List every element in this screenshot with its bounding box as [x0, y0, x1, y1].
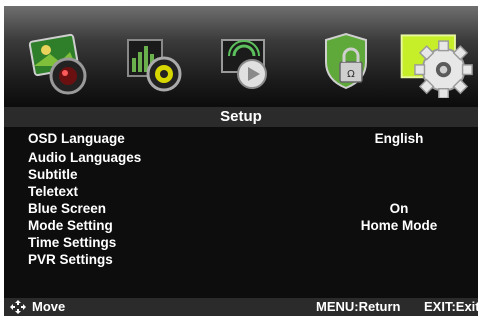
- svg-text:Ω: Ω: [347, 69, 355, 80]
- move-label: Move: [32, 299, 66, 314]
- menu-item-label: Blue Screen: [28, 201, 107, 216]
- menu-item-label: Time Settings: [28, 235, 117, 250]
- menu-item-teletext[interactable]: Teletext: [4, 183, 478, 200]
- menu-return-hint: MENU:Return: [316, 299, 401, 314]
- menu-item-label: Mode Setting: [28, 218, 113, 233]
- four-way-arrow-icon: [10, 300, 26, 314]
- move-hint: Move: [10, 298, 65, 316]
- menu-item-label: Teletext: [28, 184, 79, 199]
- setup-menu: OSD Language English Audio Languages Sub…: [4, 130, 478, 268]
- category-icon-bar: Ω: [4, 6, 478, 106]
- menu-item-label: Audio Languages: [28, 150, 142, 165]
- exit-hint: EXIT:Exit: [424, 299, 478, 314]
- menu-item-value: Home Mode: [360, 218, 438, 233]
- channel-icon[interactable]: [212, 28, 292, 98]
- menu-item-value: English: [374, 131, 424, 146]
- menu-item-audio-languages[interactable]: Audio Languages: [4, 149, 478, 166]
- menu-item-label: Subtitle: [28, 167, 78, 182]
- menu-item-time-settings[interactable]: Time Settings: [4, 234, 478, 251]
- tv-osd-screen: Ω Setup OSD Language English Audio Langu…: [4, 6, 478, 316]
- menu-item-mode-setting[interactable]: Mode Setting Home Mode: [4, 217, 478, 234]
- page-title: Setup: [4, 107, 478, 127]
- menu-item-label: OSD Language: [28, 131, 125, 146]
- lock-icon[interactable]: Ω: [306, 28, 386, 98]
- menu-item-blue-screen[interactable]: Blue Screen On: [4, 200, 478, 217]
- audio-icon[interactable]: [118, 28, 198, 98]
- menu-item-subtitle[interactable]: Subtitle: [4, 166, 478, 183]
- menu-item-label: PVR Settings: [28, 252, 113, 267]
- setup-gear-icon[interactable]: [394, 28, 478, 98]
- menu-item-osd-language[interactable]: OSD Language English: [4, 130, 478, 147]
- picture-icon[interactable]: [24, 28, 104, 98]
- footer-hint-bar: Move MENU:Return EXIT:Exit: [4, 298, 478, 316]
- menu-item-value: On: [389, 201, 409, 216]
- menu-item-pvr-settings[interactable]: PVR Settings: [4, 251, 478, 268]
